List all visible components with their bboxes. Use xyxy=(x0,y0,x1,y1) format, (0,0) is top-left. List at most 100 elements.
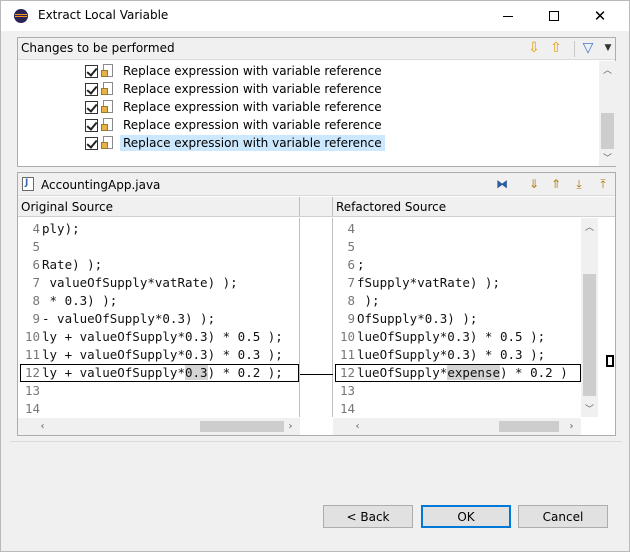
close-icon: ✕ xyxy=(593,6,607,25)
back-button[interactable]: < Back xyxy=(323,505,413,528)
text-change-icon xyxy=(101,82,115,96)
code-line: 8 ); xyxy=(347,293,380,308)
code-line: 13 xyxy=(24,383,40,398)
code-line: 6 Rate) ); xyxy=(32,257,103,272)
change-checkbox[interactable] xyxy=(85,82,98,96)
overview-ruler-marker[interactable] xyxy=(606,355,614,367)
previous-change-icon[interactable]: ⇧ xyxy=(548,40,564,56)
compare-panel: AccountingApp.java ⧓ ⇓ ⇑ ⤓ ⤒ Original So… xyxy=(17,172,616,436)
scrollbar-thumb[interactable] xyxy=(200,421,284,432)
code-line: 9 OfSupply*0.3) ); xyxy=(347,311,478,326)
swap-sides-icon[interactable]: ⧓ xyxy=(494,176,510,192)
view-menu-icon[interactable]: ▼ xyxy=(600,40,616,56)
changes-header: Changes to be performed ⇩ ⇧ ▽ ▼ xyxy=(18,38,615,60)
change-item[interactable]: Replace expression with variable referen… xyxy=(85,62,385,80)
code-line: 13 xyxy=(339,383,355,398)
code-line: 9- valueOfSupply*0.3) ); xyxy=(32,311,216,326)
code-line: 6; xyxy=(347,257,365,272)
scroll-right-icon[interactable]: › xyxy=(282,418,299,435)
change-checkbox[interactable] xyxy=(85,136,98,150)
text-change-icon xyxy=(101,64,115,78)
dialog-separator xyxy=(10,441,622,442)
refactored-source-editor[interactable]: 4 5 6; 7 fSupply*vatRate) ); 8 ); 9 OfSupp… xyxy=(333,218,581,417)
dialog-window: Extract Local Variable ✕ Changes to be p… xyxy=(0,0,630,552)
refactored-horizontal-scrollbar[interactable]: ‹ › xyxy=(333,418,581,435)
ok-button[interactable]: OK xyxy=(421,505,511,528)
text-change-icon xyxy=(101,100,115,114)
scroll-right-icon[interactable]: › xyxy=(563,418,580,435)
change-item[interactable]: Replace expression with variable referen… xyxy=(85,116,385,134)
change-box xyxy=(335,364,581,382)
previous-difference-icon[interactable]: ⇑ xyxy=(548,176,564,192)
code-line: 10 lueOfSupply*0.3) * 0.5 ); xyxy=(339,329,546,344)
maximize-icon xyxy=(549,11,559,21)
code-line: 7 fSupply*vatRate) ); xyxy=(347,275,500,290)
original-horizontal-scrollbar[interactable]: ‹ › xyxy=(18,418,300,435)
scroll-left-icon[interactable]: ‹ xyxy=(349,418,366,435)
changed-code-line: 12 ly + valueOfSupply*0.3) * 0.2 ); xyxy=(18,364,299,382)
code-line: 11 ly + valueOfSupply*0.3) * 0.3 ); xyxy=(24,347,283,362)
scrollbar-thumb[interactable] xyxy=(499,421,559,432)
change-checkbox[interactable] xyxy=(85,100,98,114)
text-change-icon xyxy=(101,136,115,150)
scroll-down-icon[interactable]: ﹀ xyxy=(581,400,598,417)
change-item[interactable]: Replace expression with variable referen… xyxy=(85,98,385,116)
change-label: Replace expression with variable referen… xyxy=(123,100,382,114)
scroll-up-icon[interactable]: ︿ xyxy=(599,61,616,78)
original-source-header: Original Source xyxy=(18,197,300,217)
cancel-button[interactable]: Cancel xyxy=(518,505,608,528)
scroll-down-icon[interactable]: ﹀ xyxy=(599,149,616,166)
text-change-icon xyxy=(101,118,115,132)
scroll-up-icon[interactable]: ︿ xyxy=(581,218,598,235)
changes-panel: Changes to be performed ⇩ ⇧ ▽ ▼ Replace … xyxy=(17,37,616,167)
scrollbar-thumb[interactable] xyxy=(601,113,614,149)
change-checkbox[interactable] xyxy=(85,118,98,132)
code-line: 8 * 0.3) ); xyxy=(32,293,118,308)
compare-gutter xyxy=(300,218,333,417)
code-line: 14 xyxy=(24,401,40,416)
scroll-left-icon[interactable]: ‹ xyxy=(34,418,51,435)
change-connector xyxy=(300,374,333,375)
code-line: 10 ly + valueOfSupply*0.3) * 0.5 ); xyxy=(24,329,283,344)
change-label: Replace expression with variable referen… xyxy=(123,82,382,96)
close-button[interactable]: ✕ xyxy=(577,1,623,31)
previous-change-icon[interactable]: ⤒ xyxy=(595,176,611,192)
minimize-icon xyxy=(503,15,513,17)
minimize-button[interactable] xyxy=(485,1,531,31)
next-change-icon[interactable]: ⇩ xyxy=(526,40,542,56)
maximize-button[interactable] xyxy=(531,1,577,31)
code-line: 4 ply); xyxy=(32,221,80,236)
code-line: 5 xyxy=(347,239,355,254)
compare-toolbar: AccountingApp.java ⧓ ⇓ ⇑ ⤓ ⤒ xyxy=(18,173,615,196)
change-box xyxy=(20,364,299,382)
code-line: 4 xyxy=(347,221,355,236)
changes-header-label: Changes to be performed xyxy=(21,41,175,55)
code-line: 5 xyxy=(32,239,40,254)
scrollbar-thumb[interactable] xyxy=(583,274,596,396)
refactored-source-header: Refactored Source xyxy=(333,197,615,217)
code-line: 11 lueOfSupply*0.3) * 0.3 ); xyxy=(339,347,546,362)
change-item[interactable]: Replace expression with variable referen… xyxy=(85,80,385,98)
window-title: Extract Local Variable xyxy=(38,8,169,22)
change-label: Replace expression with variable referen… xyxy=(123,118,382,132)
change-label: Replace expression with variable referen… xyxy=(123,64,382,78)
changed-code-line: 12 lueOfSupply*expense) * 0.2 ) xyxy=(333,364,581,382)
code-line: 14 xyxy=(339,401,355,416)
changes-list: Replace expression with variable referen… xyxy=(18,61,598,166)
next-difference-icon[interactable]: ⇓ xyxy=(526,176,542,192)
refactored-vertical-scrollbar[interactable]: ︿ ﹀ xyxy=(581,218,598,417)
next-change-icon[interactable]: ⤓ xyxy=(571,176,587,192)
toolbar-divider xyxy=(574,41,575,57)
original-source-editor[interactable]: 4 ply); 5 6 Rate) ); 7 valueOfSupply*vatRa… xyxy=(18,218,300,417)
java-file-icon xyxy=(22,177,34,191)
change-checkbox[interactable] xyxy=(85,64,98,78)
eclipse-icon xyxy=(14,9,28,23)
compare-file-name: AccountingApp.java xyxy=(41,178,161,192)
change-label: Replace expression with variable referen… xyxy=(120,135,385,151)
center-header xyxy=(300,197,333,217)
filter-icon[interactable]: ▽ xyxy=(580,40,596,56)
change-item-selected[interactable]: Replace expression with variable referen… xyxy=(85,134,385,152)
code-line: 7 valueOfSupply*vatRate) ); xyxy=(32,275,238,290)
changes-scrollbar[interactable]: ︿ ﹀ xyxy=(599,61,616,166)
title-bar: Extract Local Variable ✕ xyxy=(1,1,629,31)
